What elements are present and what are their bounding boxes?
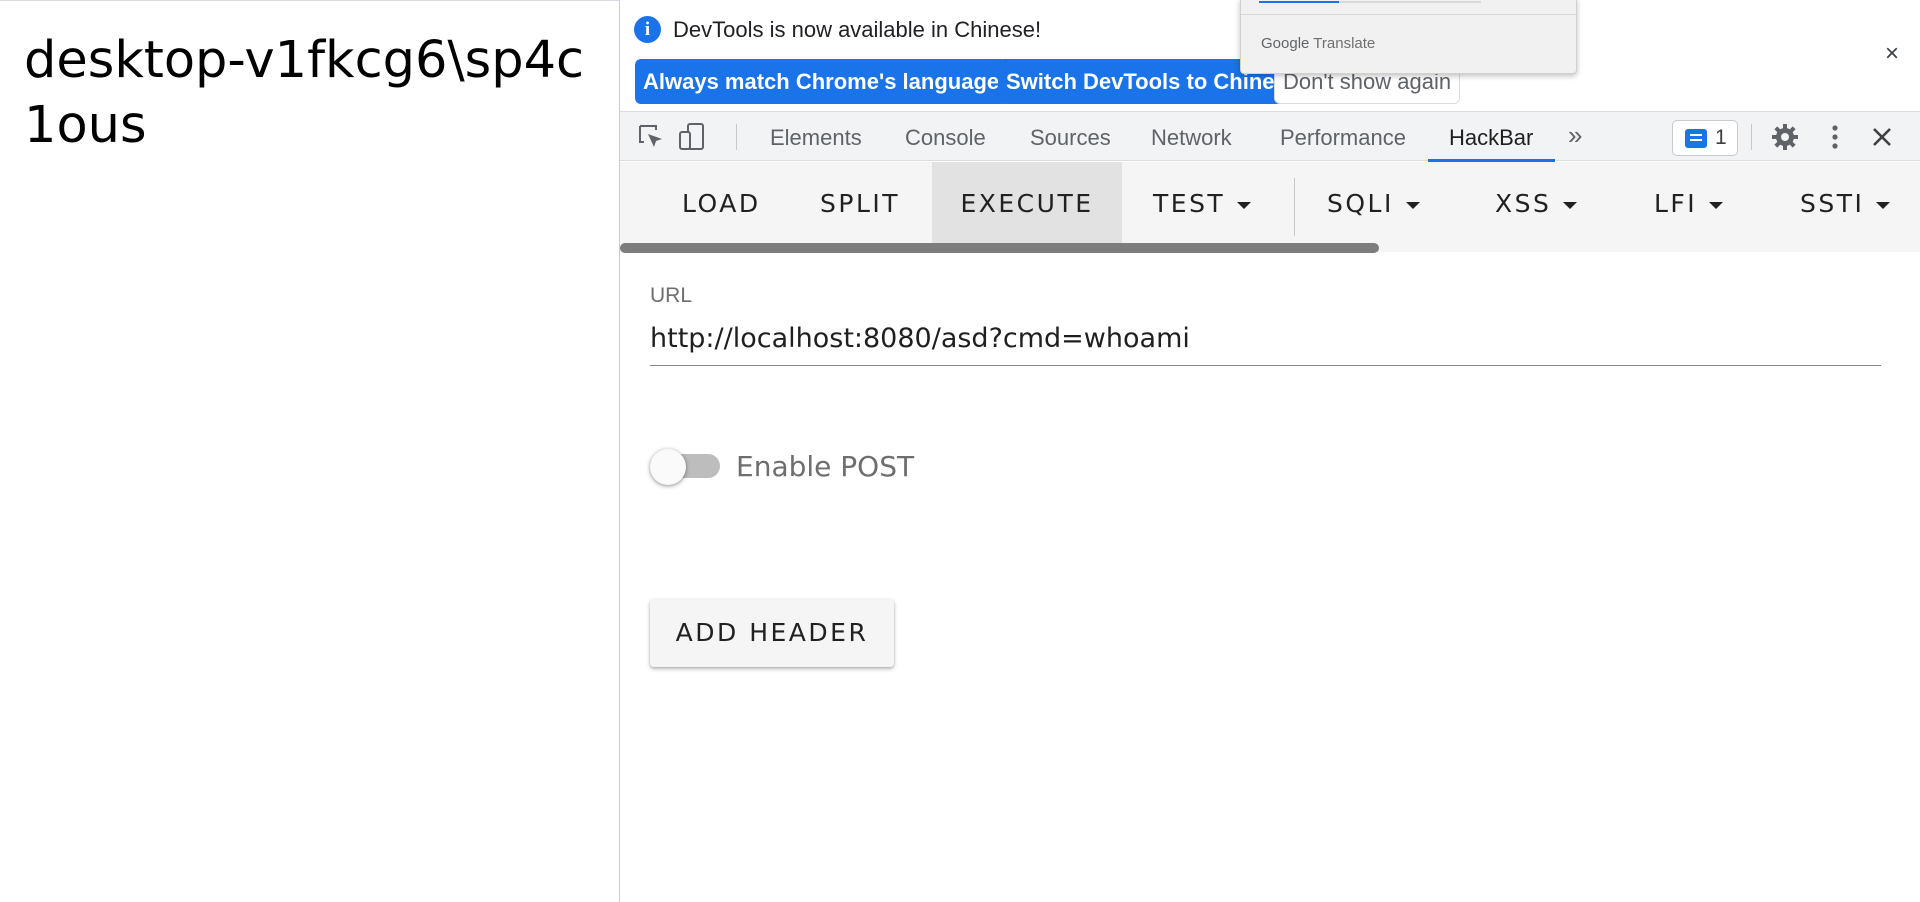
tab-console[interactable]: Console (905, 125, 986, 151)
language-infobar: i DevTools is now available in Chinese! … (620, 0, 1920, 111)
hackbar-toolbar: LOAD SPLIT EXECUTE TEST SQLI XSS LFI SST… (620, 162, 1920, 252)
toolbar-divider (1294, 178, 1295, 236)
devtools-tab-strip: Elements Console Sources Network Perform… (620, 111, 1920, 162)
enable-post-label: Enable POST (736, 450, 915, 483)
xss-label: XSS (1495, 189, 1552, 218)
always-match-language-button[interactable]: Always match Chrome's language (635, 59, 1008, 104)
xss-dropdown[interactable]: XSS (1495, 162, 1578, 246)
test-dropdown[interactable]: TEST (1153, 162, 1252, 246)
add-header-button[interactable]: ADD HEADER (650, 599, 894, 667)
close-devtools-icon[interactable] (1867, 122, 1897, 152)
inspect-element-icon[interactable] (636, 122, 666, 152)
lfi-dropdown[interactable]: LFI (1654, 162, 1724, 246)
tab-elements[interactable]: Elements (770, 125, 862, 151)
ssti-dropdown[interactable]: SSTI (1800, 162, 1891, 246)
toggle-knob (650, 449, 686, 485)
google-translate-popup: Google Translate (1240, 0, 1577, 74)
chevron-down-icon (1405, 201, 1420, 209)
toolbar-horizontal-scrollbar[interactable] (620, 243, 1379, 253)
settings-gear-icon[interactable] (1770, 122, 1800, 152)
tab-hackbar[interactable]: HackBar (1449, 125, 1533, 151)
ssti-label: SSTI (1800, 189, 1865, 218)
translate-tab-indicator (1259, 1, 1339, 3)
tab-strip-divider (736, 124, 737, 150)
info-icon: i (634, 16, 661, 43)
enable-post-toggle[interactable] (650, 449, 722, 485)
tab-sources[interactable]: Sources (1030, 125, 1111, 151)
test-label: TEST (1153, 189, 1226, 218)
chevron-down-icon (1876, 201, 1891, 209)
google-translate-logo: Google Translate (1261, 35, 1376, 52)
sqli-label: SQLI (1327, 189, 1394, 218)
more-tabs-icon[interactable]: » (1568, 120, 1582, 151)
device-toolbar-icon[interactable] (677, 122, 707, 152)
devtools-panel: i DevTools is now available in Chinese! … (619, 0, 1920, 902)
lfi-label: LFI (1654, 189, 1698, 218)
url-label: URL (650, 284, 693, 307)
page-output-text: desktop-v1fkcg6\sp4c1ous (24, 31, 585, 155)
sqli-dropdown[interactable]: SQLI (1327, 162, 1420, 246)
infobar-close-icon[interactable]: × (1885, 40, 1899, 68)
more-options-icon[interactable] (1820, 122, 1850, 152)
tab-performance[interactable]: Performance (1280, 125, 1406, 151)
chevron-down-icon (1563, 201, 1578, 209)
infobar-message: DevTools is now available in Chinese! (673, 17, 1042, 42)
split-button[interactable]: SPLIT (820, 162, 900, 246)
tab-strip-divider-right (1751, 124, 1752, 150)
translate-divider (1241, 14, 1576, 15)
issues-badge[interactable]: 1 (1672, 120, 1738, 156)
execute-button[interactable]: EXECUTE (932, 162, 1122, 246)
tab-network[interactable]: Network (1151, 125, 1232, 151)
load-button[interactable]: LOAD (682, 162, 761, 246)
chevron-down-icon (1237, 201, 1252, 209)
issues-icon (1685, 129, 1707, 148)
chevron-down-icon (1709, 201, 1724, 209)
url-input[interactable] (650, 312, 1881, 366)
issues-count: 1 (1715, 126, 1727, 149)
